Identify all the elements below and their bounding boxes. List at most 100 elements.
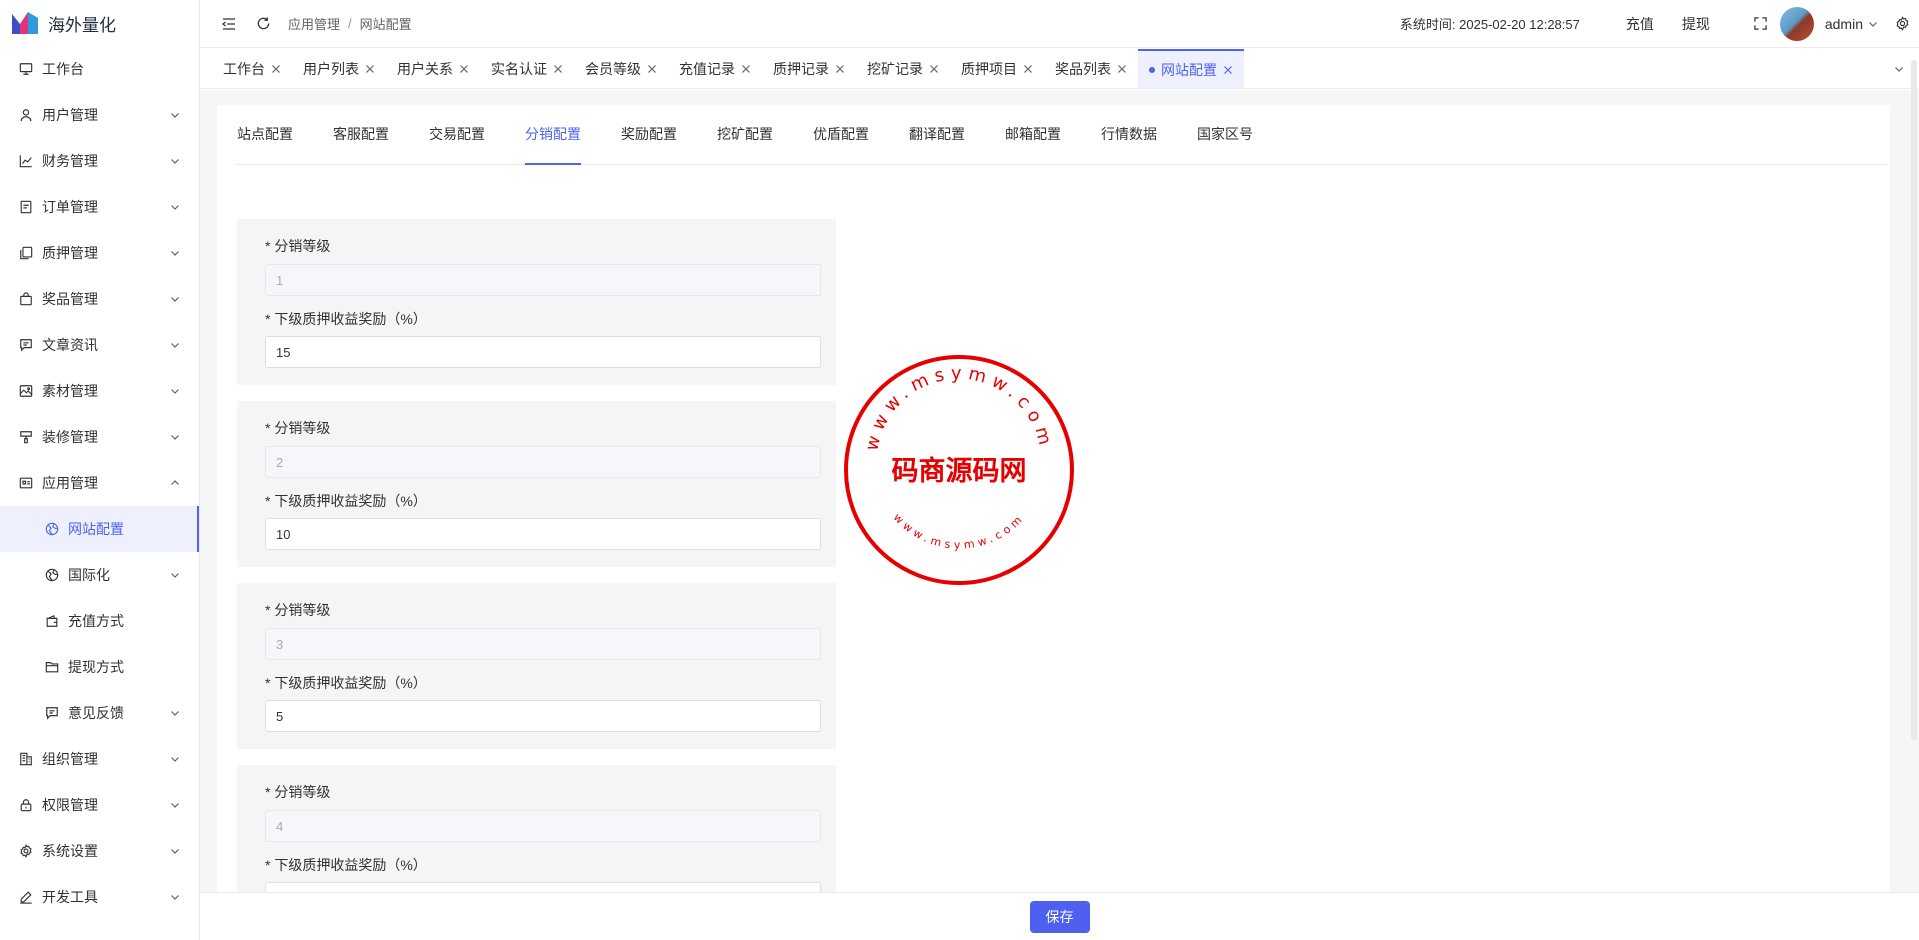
bag-icon <box>18 291 34 307</box>
page-tab[interactable]: 工作台 <box>212 49 292 88</box>
page-tab[interactable]: 用户关系 <box>386 49 480 88</box>
reward-input[interactable] <box>265 518 821 550</box>
chevron-down-icon <box>171 849 179 854</box>
page-tab[interactable]: 充值记录 <box>668 49 762 88</box>
sidebar-item[interactable]: 意见反馈 <box>0 690 199 736</box>
config-tab[interactable]: 站点配置 <box>237 105 293 164</box>
app-name: 海外量化 <box>48 15 116 35</box>
picture-icon <box>18 383 34 399</box>
vertical-scrollbar[interactable] <box>1911 60 1917 740</box>
sidebar-item[interactable]: 充值方式 <box>0 598 199 644</box>
sidebar-item[interactable]: 应用管理 <box>0 460 199 506</box>
tabs-list: 工作台 用户列表 用户关系 实名认证 会员等级 充值记录 质押记录 挖矿记录 质押项目 奖品列表 网… <box>212 49 1244 88</box>
page-tab[interactable]: 奖品列表 <box>1044 49 1138 88</box>
sidebar-item[interactable]: 财务管理 <box>0 138 199 184</box>
close-icon[interactable] <box>553 64 563 74</box>
sidebar-item[interactable]: 奖品管理 <box>0 276 199 322</box>
sidebar-item-label: 奖品管理 <box>42 291 98 307</box>
save-button[interactable]: 保存 <box>1029 900 1090 933</box>
sidebar-item[interactable]: 文章资讯 <box>0 322 199 368</box>
system-time: 系统时间: 2025-02-20 12:28:57 <box>1400 14 1580 33</box>
close-icon[interactable] <box>1117 64 1127 74</box>
sidebar-item[interactable]: 网站配置 <box>0 506 199 552</box>
logo[interactable]: 海外量化 <box>0 0 199 46</box>
chevron-up-icon <box>171 480 179 485</box>
close-icon[interactable] <box>1223 65 1233 75</box>
stamp-bottom-text: www.msymw.com <box>891 511 1028 552</box>
folder-icon <box>44 659 60 675</box>
reward-input[interactable] <box>265 700 821 732</box>
config-tab[interactable]: 翻译配置 <box>909 105 965 164</box>
sidebar-item[interactable]: 组织管理 <box>0 736 199 782</box>
avatar[interactable] <box>1779 6 1814 41</box>
close-icon[interactable] <box>459 64 469 74</box>
page-tab[interactable]: 会员等级 <box>574 49 668 88</box>
sidebar-item-label: 财务管理 <box>42 153 98 169</box>
chevron-down-icon <box>171 205 179 210</box>
user-icon <box>18 107 34 123</box>
close-icon[interactable] <box>741 64 751 74</box>
config-tab[interactable]: 国家区号 <box>1197 105 1253 164</box>
sidebar-item[interactable]: 用户管理 <box>0 92 199 138</box>
withdraw-link[interactable]: 提现 <box>1682 14 1710 34</box>
config-tab[interactable]: 客服配置 <box>333 105 389 164</box>
page-tab[interactable]: 挖矿记录 <box>856 49 950 88</box>
sidebar-item[interactable]: 质押管理 <box>0 230 199 276</box>
config-tab[interactable]: 行情数据 <box>1101 105 1157 164</box>
close-icon[interactable] <box>1023 64 1033 74</box>
system-time-value: 2025-02-20 12:28:57 <box>1459 17 1580 32</box>
config-tab[interactable]: 邮箱配置 <box>1005 105 1061 164</box>
breadcrumb-item-app[interactable]: 应用管理 <box>288 14 340 33</box>
sidebar-item[interactable]: 提现方式 <box>0 644 199 690</box>
reward-label: * 下级质押收益奖励（%） <box>265 493 427 509</box>
order-icon <box>18 199 34 215</box>
sidebar-item[interactable]: 开发工具 <box>0 874 199 920</box>
fullscreen-icon[interactable] <box>1752 15 1770 33</box>
page-tab[interactable]: 用户列表 <box>292 49 386 88</box>
close-icon[interactable] <box>365 64 375 74</box>
level-input <box>265 446 821 478</box>
breadcrumb-item-current: 网站配置 <box>359 17 412 32</box>
reward-input[interactable] <box>265 882 821 892</box>
sidebar-item[interactable]: 国际化 <box>0 552 199 598</box>
chevron-down-icon <box>171 573 179 578</box>
close-icon[interactable] <box>271 64 281 74</box>
sidebar-item-label: 用户管理 <box>42 107 98 123</box>
sidebar-item[interactable]: 素材管理 <box>0 368 199 414</box>
top-header: 应用管理 / 网站配置 系统时间: 2025-02-20 12:28:57 充值… <box>200 0 1919 48</box>
sidebar-item-label: 工作台 <box>42 61 84 77</box>
distribution-level-block: * 分销等级 * 下级质押收益奖励（%） <box>237 401 836 567</box>
refresh-icon[interactable] <box>254 15 272 33</box>
close-icon[interactable] <box>647 64 657 74</box>
sidebar-item[interactable]: 装修管理 <box>0 414 199 460</box>
sidebar-item[interactable]: 系统设置 <box>0 828 199 874</box>
breadcrumb: 应用管理 / 网站配置 <box>288 14 412 33</box>
config-tab[interactable]: 交易配置 <box>429 105 485 164</box>
page-tab[interactable]: 质押记录 <box>762 49 856 88</box>
gear-icon <box>18 843 34 859</box>
close-icon[interactable] <box>835 64 845 74</box>
page-tab[interactable]: 网站配置 <box>1138 49 1244 88</box>
close-icon[interactable] <box>929 64 939 74</box>
message-icon <box>18 337 34 353</box>
config-tabs: 站点配置 客服配置 交易配置 分销配置 奖励配置 挖矿配置 优盾配置 翻译配置 邮箱配置 行情数据… <box>237 105 1887 165</box>
config-tab[interactable]: 挖矿配置 <box>717 105 773 164</box>
sidebar-item-label: 应用管理 <box>42 475 98 491</box>
config-tab[interactable]: 优盾配置 <box>813 105 869 164</box>
page-tab[interactable]: 质押项目 <box>950 49 1044 88</box>
config-tab[interactable]: 分销配置 <box>525 105 581 165</box>
recharge-link[interactable]: 充值 <box>1626 14 1654 34</box>
menu-fold-icon[interactable] <box>220 15 238 33</box>
sidebar-item[interactable]: 权限管理 <box>0 782 199 828</box>
sidebar-menu: 工作台用户管理财务管理订单管理 质押管理奖品管理文章资讯 素材管理 装修管理应用管理网… <box>0 46 199 920</box>
gear-icon[interactable] <box>1893 15 1911 33</box>
chevron-down-icon <box>171 803 179 808</box>
user-menu[interactable]: admin <box>1825 16 1879 32</box>
sidebar-item[interactable]: 工作台 <box>0 46 199 92</box>
chevron-down-icon <box>171 113 179 118</box>
page-tab[interactable]: 实名认证 <box>480 49 574 88</box>
reward-input[interactable] <box>265 336 821 368</box>
sidebar-item[interactable]: 订单管理 <box>0 184 199 230</box>
config-tab[interactable]: 奖励配置 <box>621 105 677 164</box>
level-input <box>265 628 821 660</box>
